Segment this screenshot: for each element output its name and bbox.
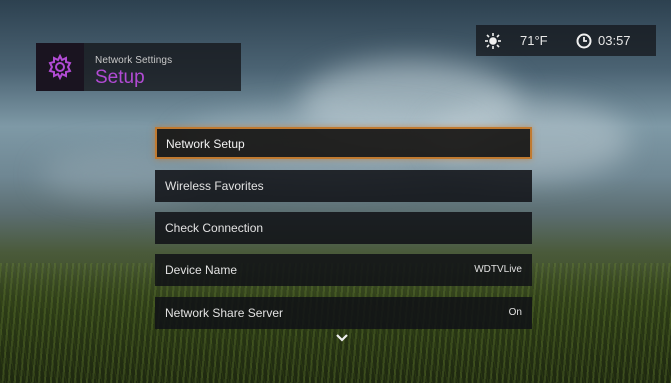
clock-readout: 03:57 (598, 33, 631, 48)
menu-item-check-connection[interactable]: Check Connection (155, 212, 532, 244)
gear-icon (48, 53, 72, 81)
sun-icon (485, 33, 501, 49)
menu-item-network-setup[interactable]: Network Setup (155, 127, 532, 159)
menu-item-wireless-favorites[interactable]: Wireless Favorites (155, 170, 532, 202)
clock-icon (576, 33, 592, 49)
section-label: Network Settings (95, 55, 173, 66)
settings-icon-box (36, 43, 84, 91)
menu-item-label: Network Share Server (165, 306, 284, 320)
device-name-value: WDTVLive (474, 264, 522, 275)
menu-item-device-name[interactable]: Device Name WDTVLive (155, 254, 532, 286)
menu-item-label: Network Setup (166, 137, 245, 151)
network-share-server-value: On (508, 307, 522, 318)
menu-item-label: Wireless Favorites (165, 179, 264, 193)
menu-item-label: Check Connection (165, 221, 264, 235)
menu-item-network-share-server[interactable]: Network Share Server On (155, 297, 532, 329)
page-title: Setup (95, 67, 145, 88)
temperature-readout: 71°F (520, 33, 548, 48)
menu-item-label: Device Name (165, 263, 238, 277)
chevron-down-icon[interactable] (336, 334, 348, 342)
